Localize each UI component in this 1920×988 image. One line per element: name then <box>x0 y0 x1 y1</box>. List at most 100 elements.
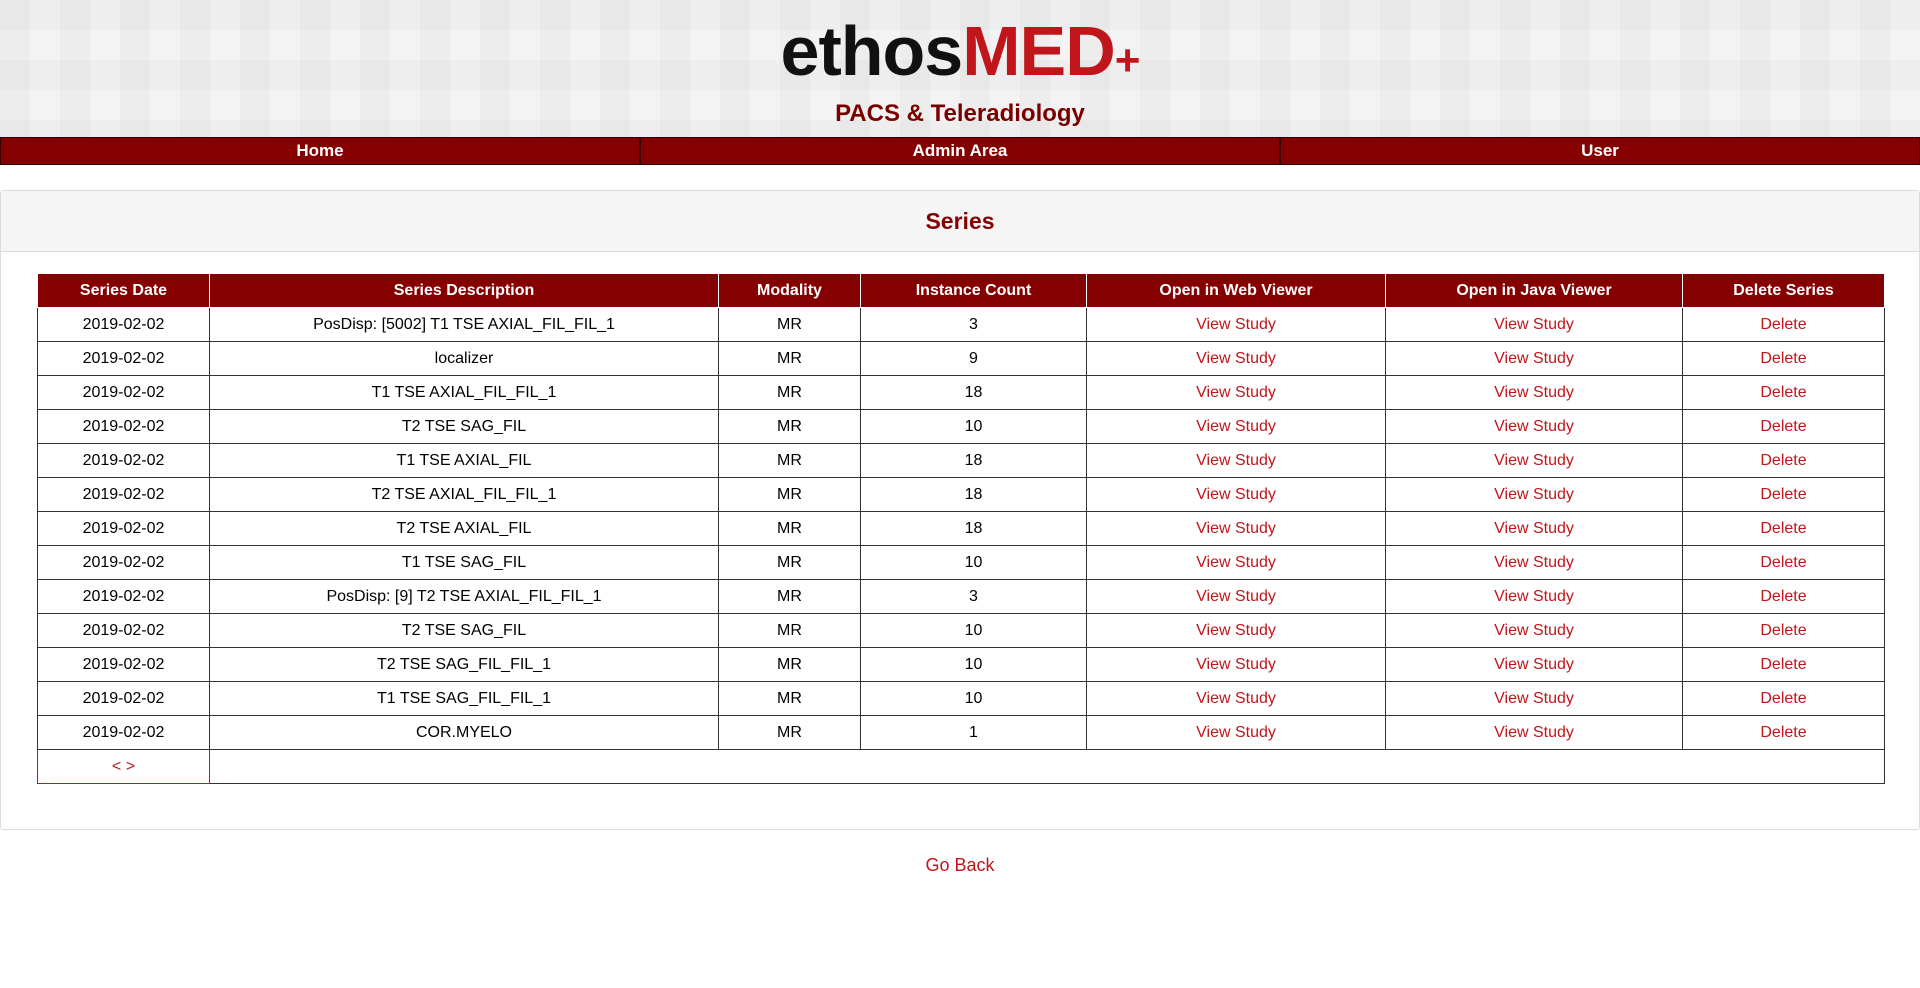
next-page-link[interactable]: > <box>126 758 135 775</box>
view-study-web-link[interactable]: View Study <box>1196 690 1276 707</box>
table-row: 2019-02-02 T2 TSE AXIAL_FIL_FIL_1 MR 18 View… <box>37 477 1885 512</box>
view-study-java-link-cell: View Study <box>1385 579 1683 614</box>
view-study-web-link-cell: View Study <box>1086 443 1386 478</box>
delete-series-link[interactable]: Delete <box>1760 520 1806 537</box>
view-study-java-link[interactable]: View Study <box>1494 316 1574 333</box>
cell-modality: MR <box>718 579 861 614</box>
cell-instance-count: 10 <box>860 681 1087 716</box>
column-header-modality: Modality <box>718 273 861 308</box>
prev-page-link[interactable]: < <box>112 758 121 775</box>
cell-series-date: 2019-02-02 <box>37 307 210 342</box>
nav-item-user[interactable]: User <box>1280 137 1920 165</box>
cell-instance-count: 1 <box>860 715 1087 750</box>
logo: ethosMED+ <box>0 16 1920 86</box>
cell-instance-count: 18 <box>860 477 1087 512</box>
delete-series-link[interactable]: Delete <box>1760 656 1806 673</box>
view-study-java-link-cell: View Study <box>1385 341 1683 376</box>
cell-series-description: T2 TSE SAG_FIL <box>209 409 719 444</box>
view-study-java-link[interactable]: View Study <box>1494 486 1574 503</box>
column-header-open-web-viewer: Open in Web Viewer <box>1086 273 1386 308</box>
cell-series-description: T2 TSE AXIAL_FIL <box>209 511 719 546</box>
cell-instance-count: 18 <box>860 443 1087 478</box>
view-study-java-link[interactable]: View Study <box>1494 656 1574 673</box>
delete-series-link[interactable]: Delete <box>1760 554 1806 571</box>
table-row: 2019-02-02 T2 TSE SAG_FIL MR 10 View Study Vi… <box>37 409 1885 444</box>
delete-series-link-cell: Delete <box>1682 409 1885 444</box>
nav-item-home[interactable]: Home <box>0 137 640 165</box>
delete-series-link-cell: Delete <box>1682 681 1885 716</box>
panel-header: Series <box>1 191 1919 252</box>
cell-series-description: T1 TSE SAG_FIL_FIL_1 <box>209 681 719 716</box>
delete-series-link[interactable]: Delete <box>1760 588 1806 605</box>
cell-series-date: 2019-02-02 <box>37 681 210 716</box>
logo-plus: + <box>1114 36 1141 85</box>
view-study-web-link[interactable]: View Study <box>1196 622 1276 639</box>
view-study-web-link[interactable]: View Study <box>1196 418 1276 435</box>
view-study-web-link[interactable]: View Study <box>1196 554 1276 571</box>
cell-instance-count: 3 <box>860 579 1087 614</box>
delete-series-link[interactable]: Delete <box>1760 316 1806 333</box>
cell-instance-count: 10 <box>860 545 1087 580</box>
go-back-link[interactable]: Go Back <box>925 855 994 875</box>
table-row: 2019-02-02 COR.MYELO MR 1 View Study View Stu… <box>37 715 1885 750</box>
view-study-web-link[interactable]: View Study <box>1196 384 1276 401</box>
view-study-java-link[interactable]: View Study <box>1494 724 1574 741</box>
cell-modality: MR <box>718 477 861 512</box>
view-study-web-link-cell: View Study <box>1086 545 1386 580</box>
view-study-java-link[interactable]: View Study <box>1494 690 1574 707</box>
delete-series-link[interactable]: Delete <box>1760 452 1806 469</box>
cell-modality: MR <box>718 647 861 682</box>
view-study-java-link-cell: View Study <box>1385 715 1683 750</box>
view-study-web-link-cell: View Study <box>1086 715 1386 750</box>
view-study-web-link[interactable]: View Study <box>1196 724 1276 741</box>
nav-item-admin-area[interactable]: Admin Area <box>640 137 1280 165</box>
series-panel: Series Series Date Series Description Mo… <box>0 190 1920 830</box>
delete-series-link[interactable]: Delete <box>1760 724 1806 741</box>
table-header-row: Series Date Series Description Modality … <box>37 273 1885 308</box>
view-study-web-link[interactable]: View Study <box>1196 656 1276 673</box>
delete-series-link[interactable]: Delete <box>1760 486 1806 503</box>
view-study-web-link[interactable]: View Study <box>1196 520 1276 537</box>
view-study-java-link[interactable]: View Study <box>1494 622 1574 639</box>
view-study-web-link[interactable]: View Study <box>1196 486 1276 503</box>
view-study-web-link-cell: View Study <box>1086 647 1386 682</box>
logo-tagline: PACS & Teleradiology <box>835 100 1085 127</box>
view-study-java-link[interactable]: View Study <box>1494 452 1574 469</box>
cell-series-date: 2019-02-02 <box>37 511 210 546</box>
cell-series-date: 2019-02-02 <box>37 443 210 478</box>
cell-instance-count: 10 <box>860 409 1087 444</box>
cell-instance-count: 3 <box>860 307 1087 342</box>
view-study-java-link[interactable]: View Study <box>1494 554 1574 571</box>
delete-series-link[interactable]: Delete <box>1760 350 1806 367</box>
table-row: 2019-02-02 T2 TSE SAG_FIL_FIL_1 MR 10 View S… <box>37 647 1885 682</box>
delete-series-link[interactable]: Delete <box>1760 384 1806 401</box>
view-study-web-link[interactable]: View Study <box>1196 350 1276 367</box>
go-back-container: Go Back <box>0 855 1920 876</box>
delete-series-link-cell: Delete <box>1682 307 1885 342</box>
view-study-web-link[interactable]: View Study <box>1196 316 1276 333</box>
delete-series-link-cell: Delete <box>1682 579 1885 614</box>
view-study-web-link[interactable]: View Study <box>1196 452 1276 469</box>
cell-instance-count: 10 <box>860 647 1087 682</box>
view-study-java-link[interactable]: View Study <box>1494 588 1574 605</box>
table-row: 2019-02-02 PosDisp: [9] T2 TSE AXIAL_FIL_… <box>37 579 1885 614</box>
cell-series-description: T2 TSE AXIAL_FIL_FIL_1 <box>209 477 719 512</box>
delete-series-link[interactable]: Delete <box>1760 622 1806 639</box>
delete-series-link-cell: Delete <box>1682 443 1885 478</box>
view-study-java-link[interactable]: View Study <box>1494 418 1574 435</box>
view-study-java-link[interactable]: View Study <box>1494 350 1574 367</box>
column-header-series-date: Series Date <box>37 273 210 308</box>
series-table-body: 2019-02-02 PosDisp: [5002] T1 TSE AXIAL_F… <box>37 307 1885 750</box>
table-row: 2019-02-02 T1 TSE AXIAL_FIL MR 18 View Study… <box>37 443 1885 478</box>
view-study-java-link[interactable]: View Study <box>1494 384 1574 401</box>
logo-text-ethos: ethos <box>780 12 964 90</box>
view-study-java-link-cell: View Study <box>1385 681 1683 716</box>
delete-series-link-cell: Delete <box>1682 647 1885 682</box>
view-study-web-link[interactable]: View Study <box>1196 588 1276 605</box>
table-row: 2019-02-02 T1 TSE AXIAL_FIL_FIL_1 MR 18 View… <box>37 375 1885 410</box>
delete-series-link[interactable]: Delete <box>1760 418 1806 435</box>
delete-series-link[interactable]: Delete <box>1760 690 1806 707</box>
view-study-web-link-cell: View Study <box>1086 341 1386 376</box>
cell-instance-count: 18 <box>860 511 1087 546</box>
view-study-java-link[interactable]: View Study <box>1494 520 1574 537</box>
